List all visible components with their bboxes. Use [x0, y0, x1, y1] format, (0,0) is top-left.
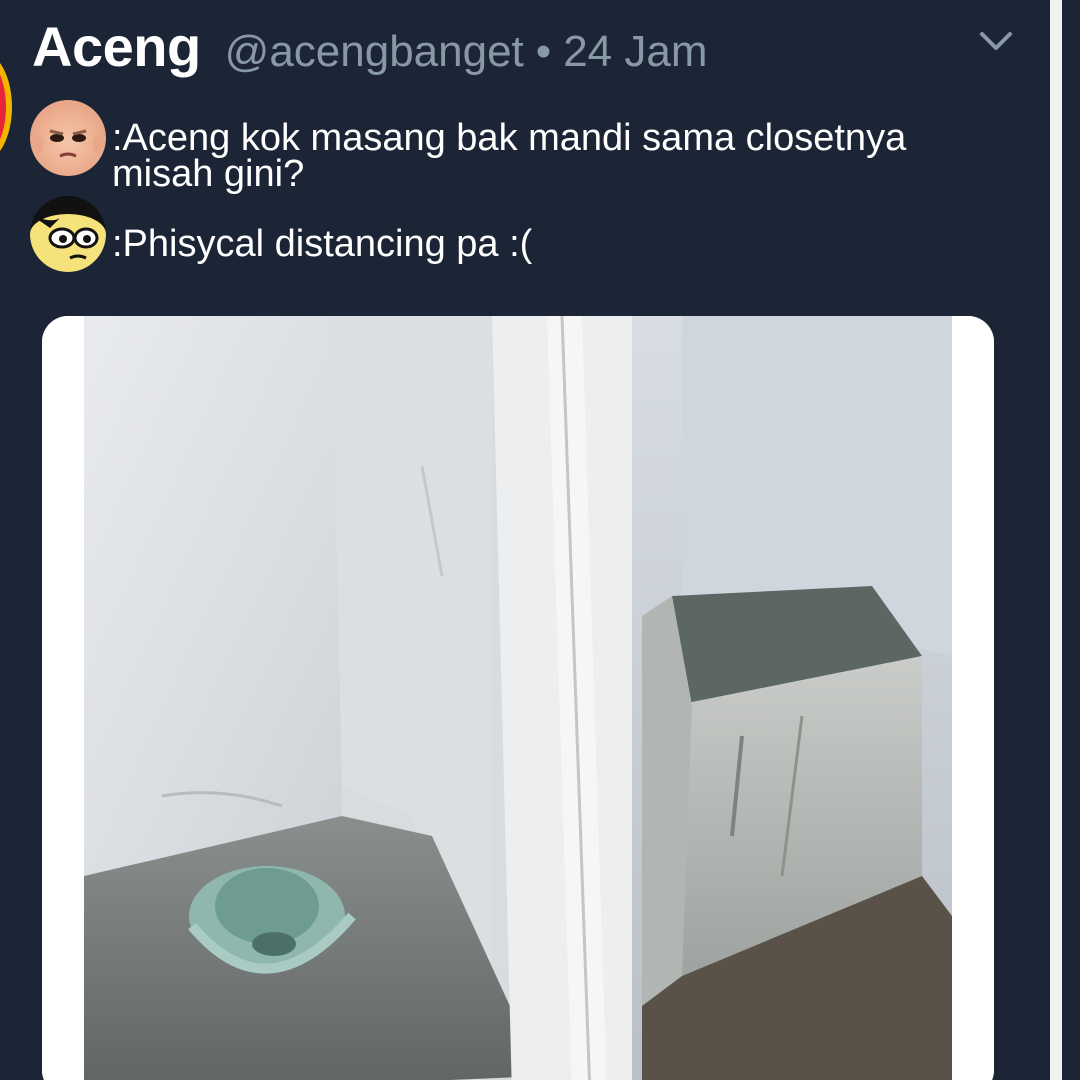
separator-dot: • [535, 27, 552, 76]
dialogue-text-2: :Phisycal distancing pa :( [112, 223, 533, 265]
screenshot-stage: Aceng @acengbanget • 24 Jam :Aceng kok m… [0, 0, 1080, 1080]
tweet-card[interactable]: Aceng @acengbanget • 24 Jam :Aceng kok m… [0, 0, 1050, 1080]
bathroom-photo-drawing [42, 316, 994, 1080]
dialogue-line-2: :Phisycal distancing pa :( [30, 196, 532, 272]
display-name[interactable]: Aceng [32, 14, 201, 79]
user-handle[interactable]: @acengbanget [225, 27, 524, 77]
cartoon-man-avatar-icon [30, 196, 106, 272]
tweet-header: Aceng @acengbanget • 24 Jam [32, 14, 708, 84]
dialogue-line-1: :Aceng kok masang bak mandi sama closetn… [30, 100, 992, 195]
dialogue-text-1: :Aceng kok masang bak mandi sama closetn… [112, 117, 907, 195]
neighbour-tweet-edge [1062, 0, 1080, 1080]
chevron-down-icon[interactable] [978, 30, 1014, 54]
boss-baby-avatar-icon [30, 100, 106, 176]
bathroom-photo[interactable] [42, 316, 994, 1080]
timestamp[interactable]: 24 Jam [563, 27, 707, 77]
neighbour-divider [1050, 0, 1062, 1080]
